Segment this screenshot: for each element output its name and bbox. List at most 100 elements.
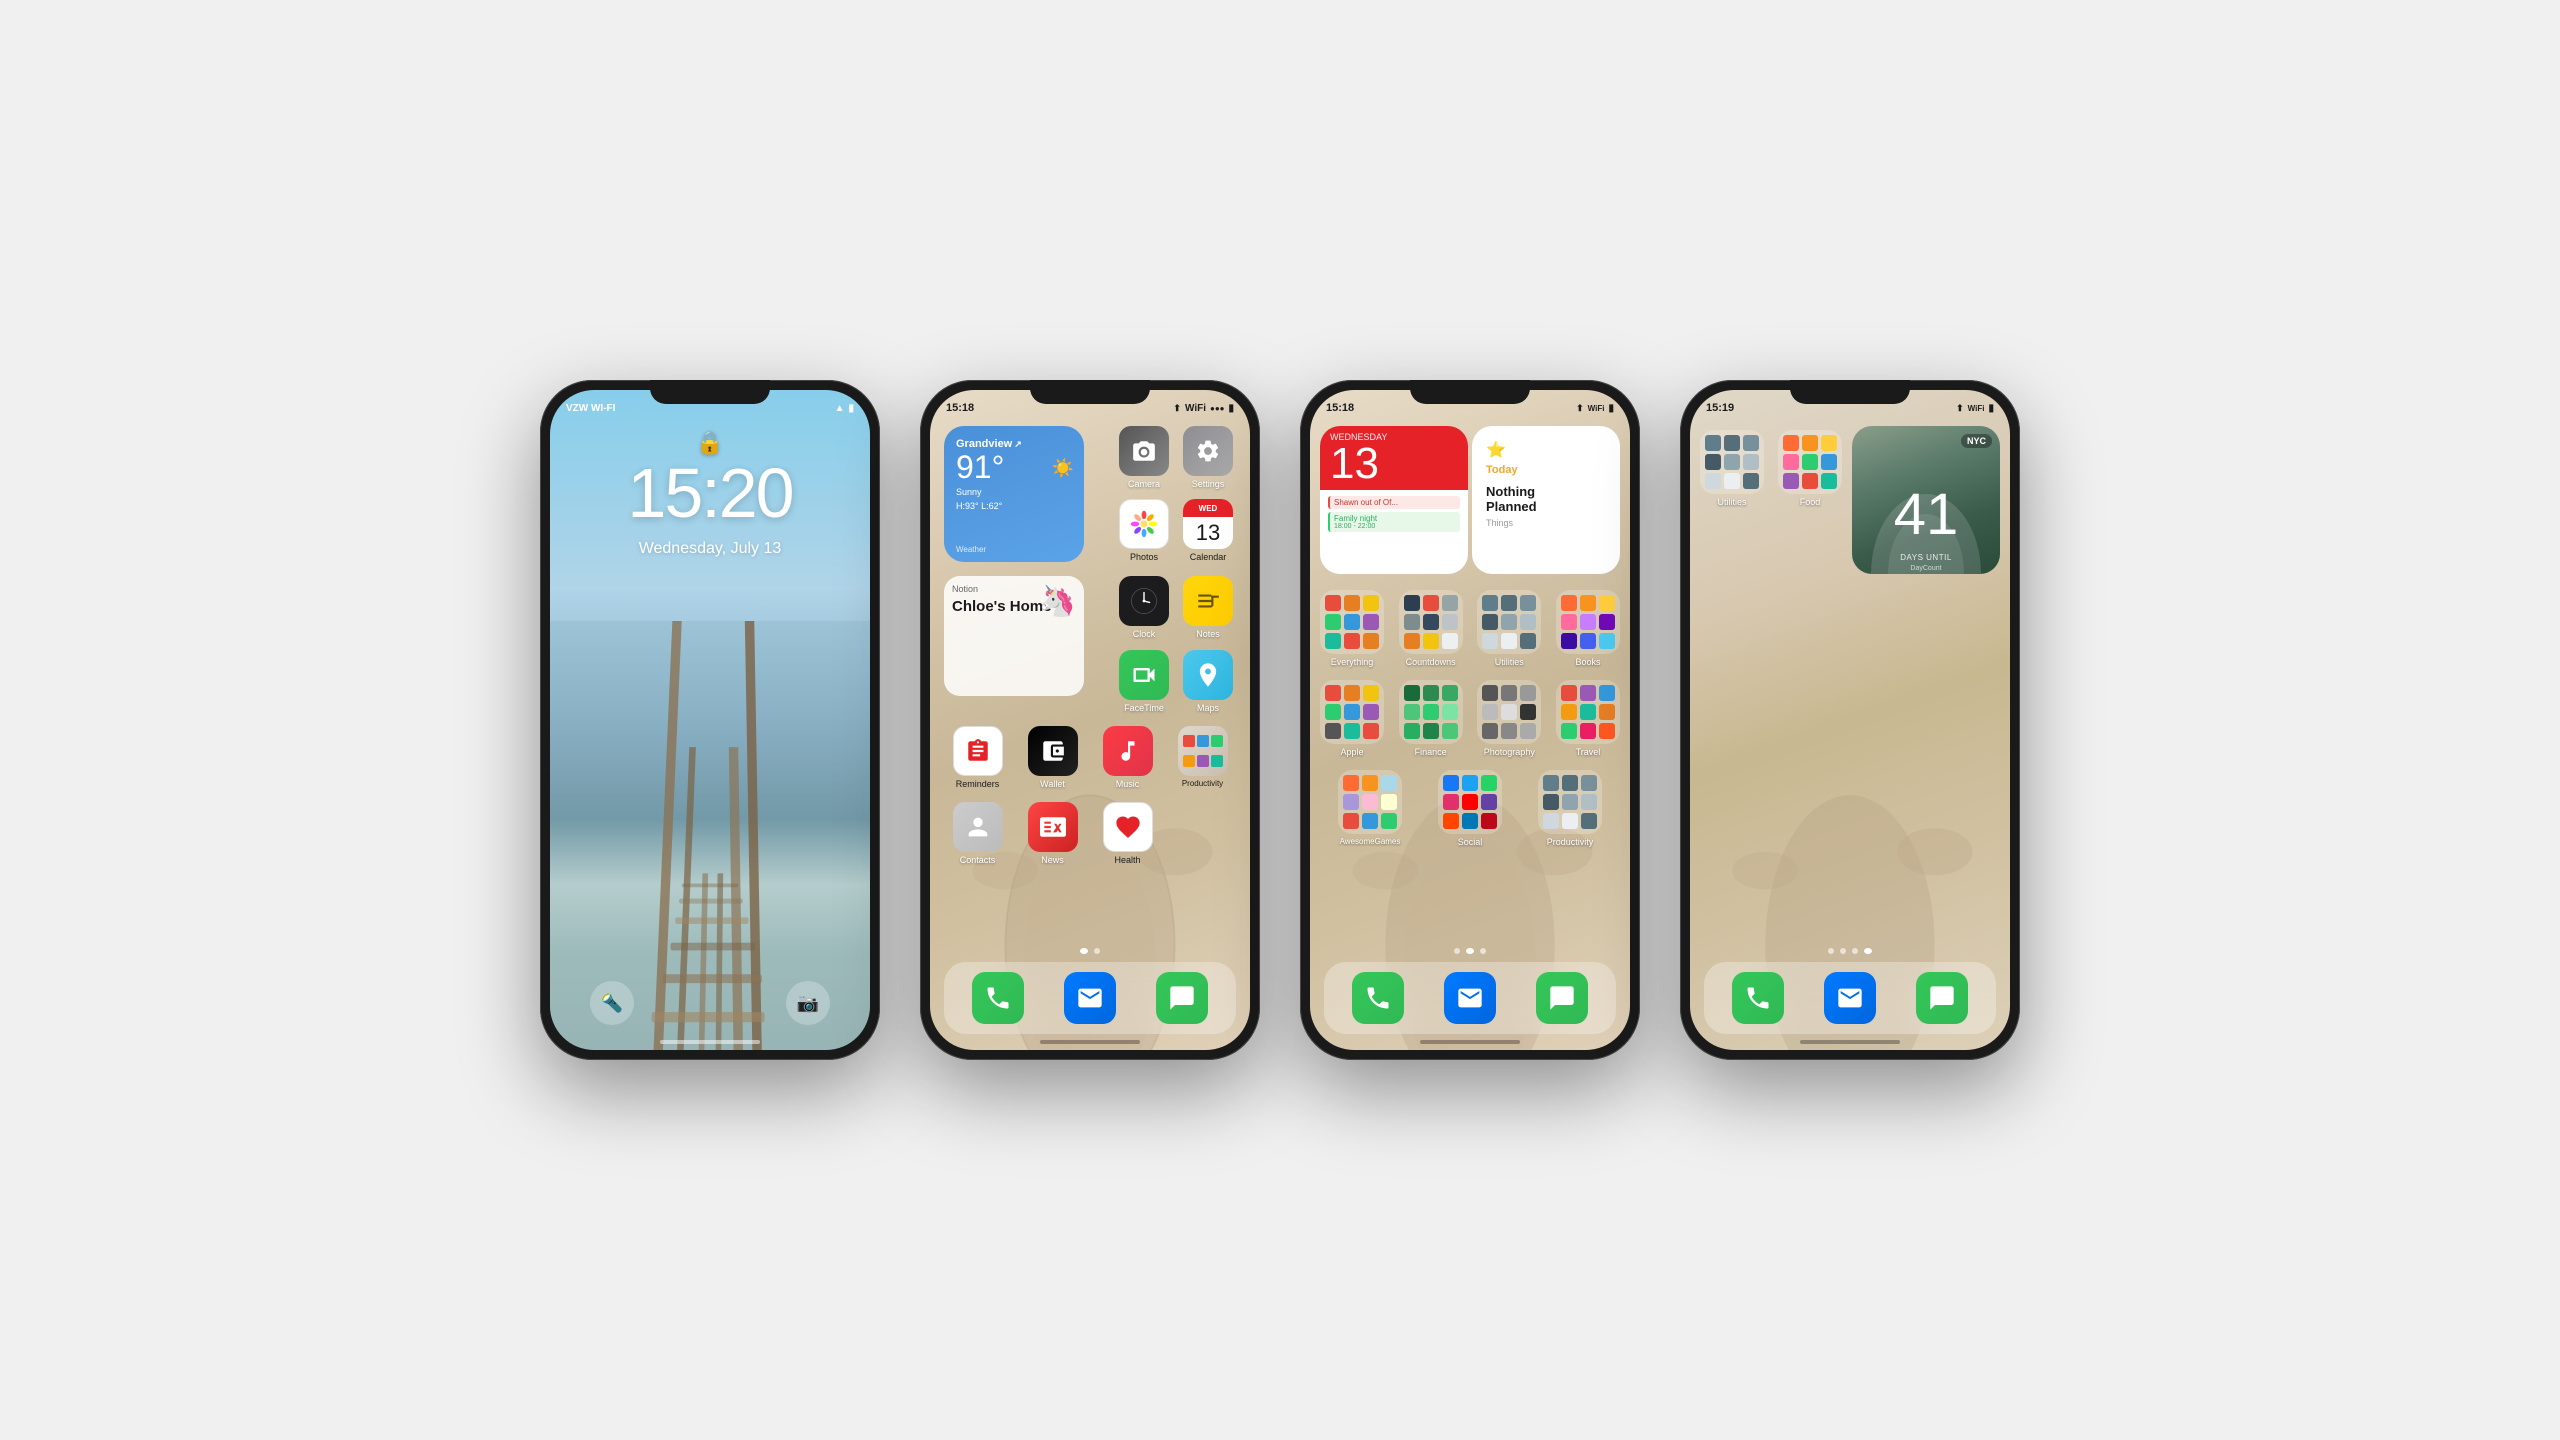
app-facetime[interactable]: FaceTime [1116, 650, 1172, 713]
travel-folder-icon [1556, 680, 1620, 744]
dock-phone[interactable] [972, 972, 1024, 1024]
news-icon [1028, 802, 1078, 852]
folders-row-3: AwesomeGames Social [1320, 770, 1620, 847]
daycount-label: DayCount [1852, 565, 2000, 572]
camera-icon [1119, 426, 1169, 476]
app-calendar[interactable]: WED 13 Calendar [1180, 499, 1236, 562]
battery-icon: ▮ [848, 403, 854, 414]
dot-3-1 [1454, 948, 1460, 954]
time-text-4: 15:19 [1706, 402, 1734, 414]
photos-icon [1119, 499, 1169, 549]
iphone-2: 15:18 ⬆ WiFi ●●● ▮ Grandview ↗ 91° ☀️ Su… [920, 380, 1260, 1060]
dock-messages-4[interactable] [1916, 972, 1968, 1024]
weather-label: Weather [956, 545, 986, 554]
app-news[interactable]: News [1025, 802, 1081, 865]
dock-mail[interactable] [1064, 972, 1116, 1024]
things-widget-3[interactable]: ⭐ Today Nothing Planned Things [1472, 426, 1620, 574]
travel-label: Travel [1576, 747, 1601, 757]
music-label: Music [1116, 779, 1140, 789]
dot-4-3 [1852, 948, 1858, 954]
weather-hilow: H:93° L:62° [956, 501, 1072, 511]
screen-2: 15:18 ⬆ WiFi ●●● ▮ Grandview ↗ 91° ☀️ Su… [930, 390, 1250, 1050]
weather-widget[interactable]: Grandview ↗ 91° ☀️ Sunny H:93° L:62° Wea… [944, 426, 1084, 562]
things-planned-text: Planned [1486, 499, 1606, 514]
apple-folder-icon [1320, 680, 1384, 744]
dock-2 [944, 962, 1236, 1034]
location-icon-3: ⬆ [1576, 403, 1584, 414]
apps-row-4: FaceTime Maps [944, 650, 1236, 713]
dock-phone-4[interactable] [1732, 972, 1784, 1024]
lock-time: 15:20 [550, 458, 870, 528]
weather-condition: Sunny [956, 487, 1072, 497]
app-reminders[interactable]: Reminders [950, 726, 1006, 789]
folder-apple[interactable]: Apple [1320, 680, 1384, 757]
screen-3: 15:18 ⬆ WiFi ▮ WEDNESDAY 13 Shawn out of… [1310, 390, 1630, 1050]
folder-travel[interactable]: Travel [1556, 680, 1620, 757]
settings-label: Settings [1192, 479, 1225, 489]
cal-header: WEDNESDAY 13 [1320, 426, 1468, 490]
finance-label: Finance [1415, 747, 1447, 757]
home-indicator-1 [660, 1040, 760, 1044]
dock-messages-3[interactable] [1536, 972, 1588, 1024]
apps-row-5: Reminders Wallet Music [944, 726, 1236, 789]
app-clock[interactable]: Clock [1116, 576, 1172, 639]
countdowns-folder-icon [1399, 590, 1463, 654]
dock-phone-3[interactable] [1352, 972, 1404, 1024]
folder-utilities-4[interactable]: Utilities [1700, 430, 1764, 507]
utilities-label-3: Utilities [1495, 657, 1524, 667]
apps-row-3: Clock Notes [1116, 576, 1236, 639]
home-indicator-3 [1420, 1040, 1520, 1044]
camera-label: Camera [1128, 479, 1160, 489]
app-camera[interactable]: Camera [1116, 426, 1172, 489]
app-health[interactable]: Health [1100, 802, 1156, 865]
daycount-days-until: DAYS UNTIL [1852, 553, 2000, 562]
app-maps[interactable]: Maps [1180, 650, 1236, 713]
folder-books[interactable]: Books [1556, 590, 1620, 667]
notes-icon [1183, 576, 1233, 626]
screen-4: 15:19 ⬆ WiFi ▮ Utilities [1690, 390, 2010, 1050]
social-folder-icon [1438, 770, 1502, 834]
location-icon-2: ⬆ [1173, 403, 1181, 414]
home-indicator-2 [1040, 1040, 1140, 1044]
folder-finance[interactable]: Finance [1399, 680, 1463, 757]
flashlight-button[interactable]: 🔦 [590, 981, 634, 1025]
wallet-label: Wallet [1040, 779, 1065, 789]
notch-4 [1790, 380, 1910, 404]
folder-utilities-3[interactable]: Utilities [1477, 590, 1541, 667]
reminders-icon [953, 726, 1003, 776]
news-label: News [1041, 855, 1064, 865]
calendar-widget-3[interactable]: WEDNESDAY 13 Shawn out of Of... Family n… [1320, 426, 1468, 574]
screen-1: VZW WI-FI ▲ ▮ 🔒 15:20 Wednesday, July 13… [550, 390, 870, 1050]
folder-social[interactable]: Social [1438, 770, 1502, 847]
dock-messages[interactable] [1156, 972, 1208, 1024]
dock-mail-4[interactable] [1824, 972, 1876, 1024]
daycount-widget[interactable]: NYC 41 DAYS UNTIL DayCount [1852, 426, 2000, 574]
right-apps-col: Camera Settings [1116, 426, 1236, 562]
utilities-folder-icon-4 [1700, 430, 1764, 494]
weather-sun-icon: ☀️ [1052, 458, 1074, 479]
awesomegames-label: AwesomeGames [1340, 837, 1401, 846]
folder-everything[interactable]: Everything [1320, 590, 1384, 667]
folder-productivity-3[interactable]: Productivity [1538, 770, 1602, 847]
app-wallet[interactable]: Wallet [1025, 726, 1081, 789]
folder-food[interactable]: Food [1778, 430, 1842, 507]
folder-countdowns[interactable]: Countdowns [1399, 590, 1463, 667]
health-label: Health [1114, 855, 1140, 865]
app-music[interactable]: Music [1100, 726, 1156, 789]
productivity-label-p2: Productivity [1182, 779, 1223, 788]
folder-awesomegames[interactable]: AwesomeGames [1338, 770, 1402, 847]
app-photos[interactable]: Photos [1116, 499, 1172, 562]
empty-slot [1175, 802, 1231, 865]
folder-photography[interactable]: Photography [1477, 680, 1541, 757]
dock-mail-3[interactable] [1444, 972, 1496, 1024]
productivity-folder-icon [1178, 726, 1228, 776]
books-folder-icon [1556, 590, 1620, 654]
app-settings[interactable]: Settings [1180, 426, 1236, 489]
camera-button[interactable]: 📷 [786, 981, 830, 1025]
app-notes[interactable]: Notes [1180, 576, 1236, 639]
folders-row-2: Apple Finance [1320, 680, 1620, 757]
calendar-label: Calendar [1190, 552, 1227, 562]
app-productivity-p2[interactable]: Productivity [1175, 726, 1231, 789]
apps-row-6: Contacts News Health [944, 802, 1236, 865]
app-contacts[interactable]: Contacts [950, 802, 1006, 865]
